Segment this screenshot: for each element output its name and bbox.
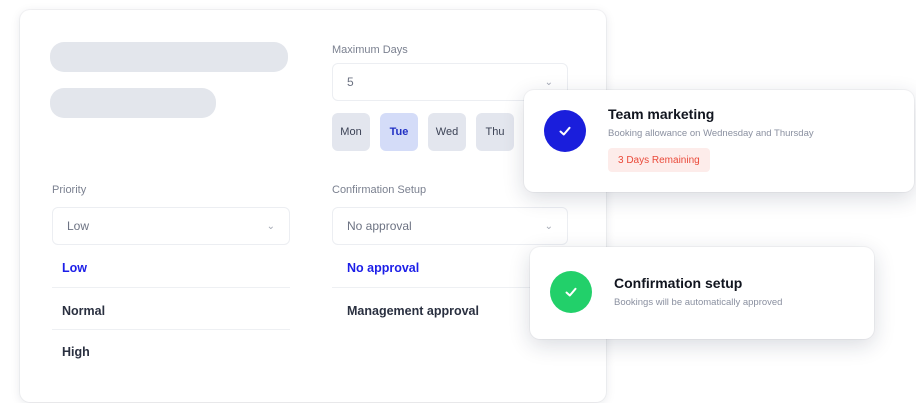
day-mon[interactable]: Mon <box>332 113 370 151</box>
priority-label: Priority <box>52 184 87 196</box>
skeleton-bar <box>50 88 216 118</box>
divider <box>52 287 290 288</box>
team-marketing-notification: Team marketing Booking allowance on Wedn… <box>524 90 914 192</box>
chevron-down-icon: ⌄ <box>544 220 553 232</box>
confirmation-select[interactable]: No approval ⌄ <box>332 207 568 245</box>
day-thu[interactable]: Thu <box>476 113 514 151</box>
max-days-value: 5 <box>347 75 354 89</box>
confirmation-option-management[interactable]: Management approval <box>347 304 479 318</box>
notification-subtitle: Booking allowance on Wednesday and Thurs… <box>608 128 814 139</box>
max-days-label: Maximum Days <box>332 44 408 56</box>
notification-title: Confirmation setup <box>614 275 743 291</box>
divider <box>52 329 290 330</box>
notification-title: Team marketing <box>608 106 715 122</box>
notification-subtitle: Bookings will be automatically approved <box>614 297 783 308</box>
check-icon <box>550 271 592 313</box>
skeleton-bar <box>50 42 288 72</box>
settings-card: Maximum Days 5 ⌄ Mon Tue Wed Thu Priorit… <box>20 10 606 402</box>
day-tue[interactable]: Tue <box>380 113 418 151</box>
confirmation-value: No approval <box>347 219 412 233</box>
priority-value: Low <box>67 219 90 233</box>
confirmation-label: Confirmation Setup <box>332 184 427 196</box>
confirmation-option-no-approval[interactable]: No approval <box>347 261 419 275</box>
days-remaining-badge: 3 Days Remaining <box>608 148 710 172</box>
check-icon <box>544 110 586 152</box>
day-selector: Mon Tue Wed Thu <box>332 113 514 151</box>
confirmation-setup-notification: Confirmation setup Bookings will be auto… <box>530 247 874 339</box>
priority-option-low[interactable]: Low <box>62 261 87 275</box>
priority-select[interactable]: Low ⌄ <box>52 207 290 245</box>
chevron-down-icon: ⌄ <box>266 220 275 232</box>
priority-option-normal[interactable]: Normal <box>62 304 105 318</box>
chevron-down-icon: ⌄ <box>544 76 553 88</box>
day-wed[interactable]: Wed <box>428 113 466 151</box>
priority-option-high[interactable]: High <box>62 345 90 359</box>
